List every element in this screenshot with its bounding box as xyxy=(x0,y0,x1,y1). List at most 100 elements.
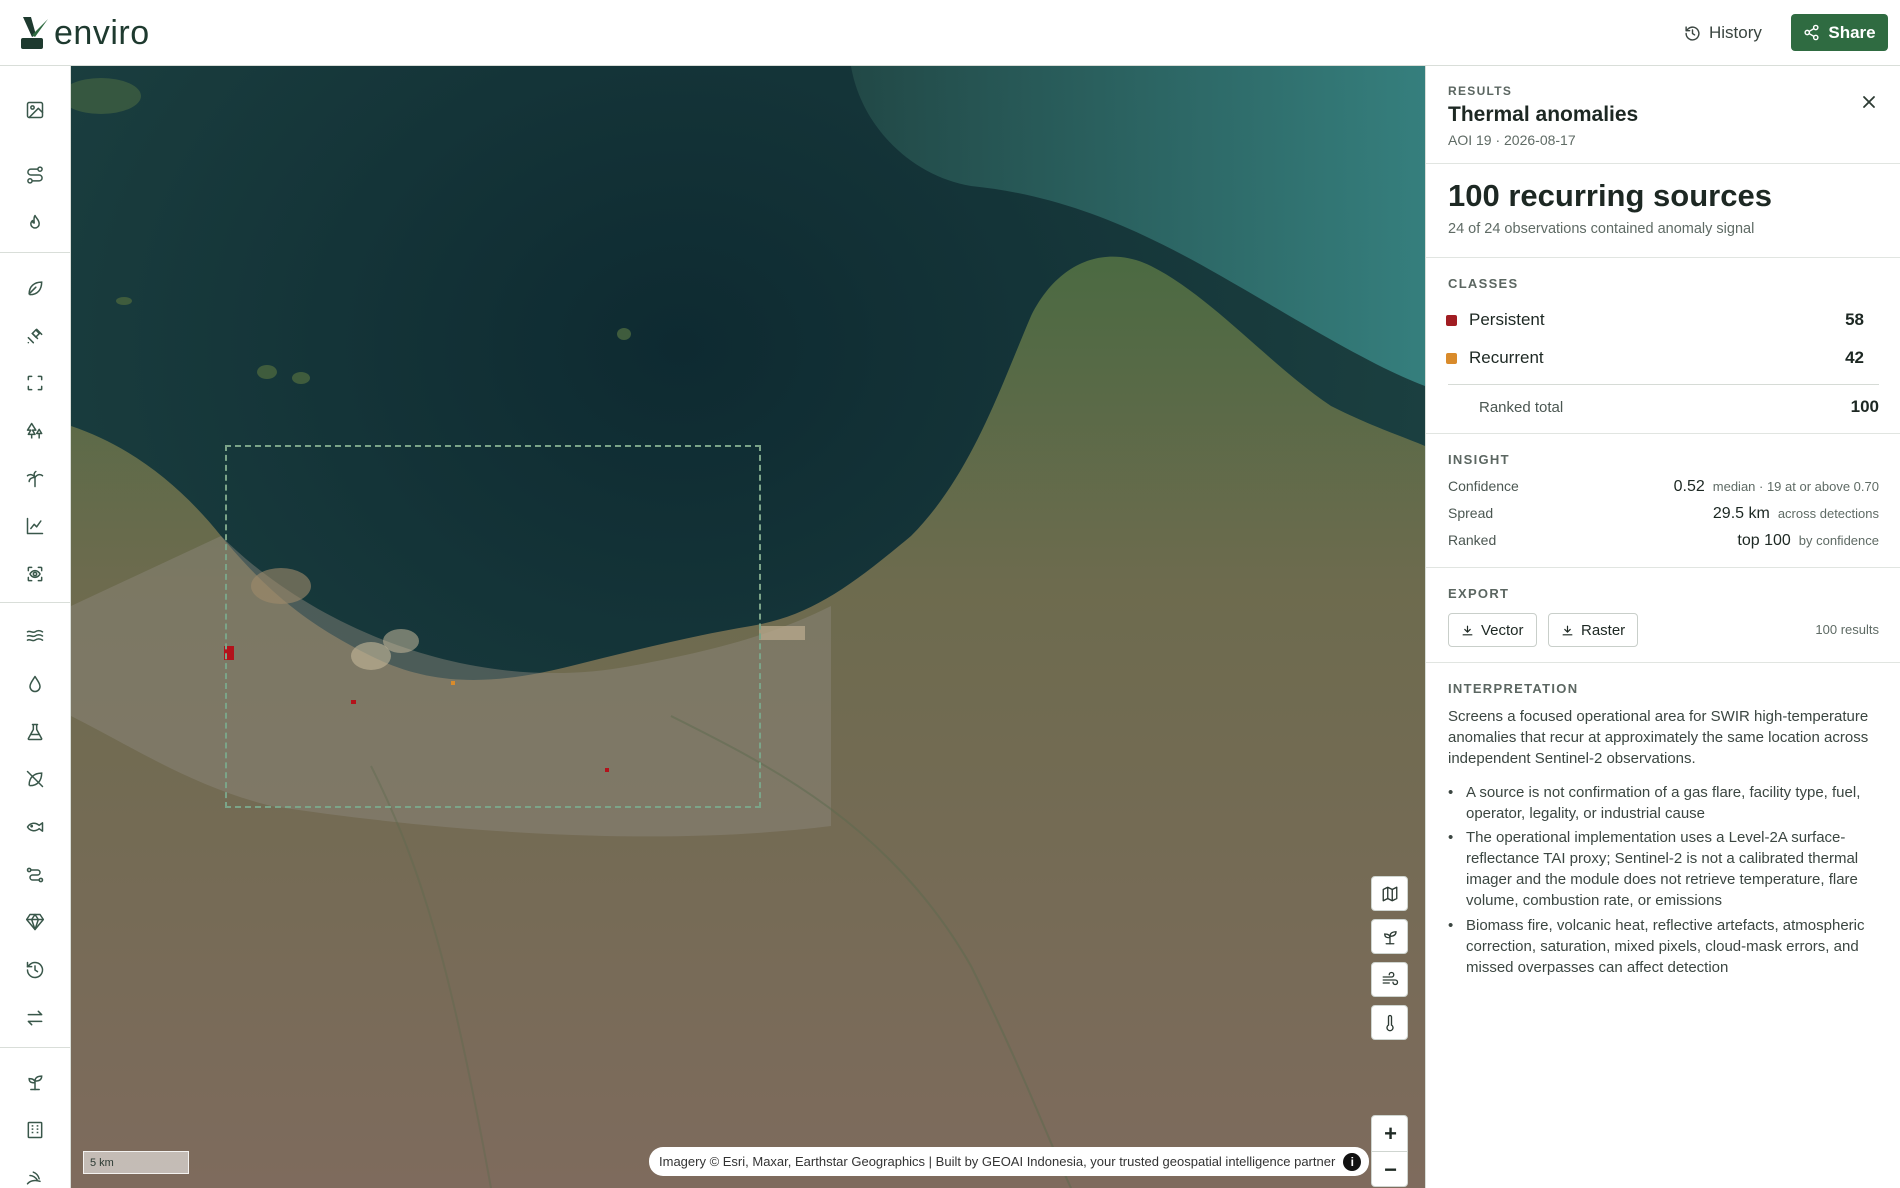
insight-note: median · 19 at or above 0.70 xyxy=(1712,479,1879,494)
zoom-controls: + − xyxy=(1371,1115,1408,1187)
insight-value: 29.5 km xyxy=(1712,505,1770,522)
sprout-icon xyxy=(1383,930,1397,944)
export-raster-label: Raster xyxy=(1581,621,1626,639)
line-chart-icon[interactable] xyxy=(21,512,49,540)
summary-section: 100 recurring sources 24 of 24 observati… xyxy=(1426,164,1900,258)
scan-frame-icon[interactable] xyxy=(21,369,49,397)
interpretation-bullet: The operational implementation uses a Le… xyxy=(1448,827,1879,911)
close-button[interactable] xyxy=(1859,92,1879,112)
attribution-text: Imagery © Esri, Maxar, Earthstar Geograp… xyxy=(659,1154,1336,1169)
rail-divider xyxy=(0,1047,71,1048)
headline-subtext: 24 of 24 observations contained anomaly … xyxy=(1448,221,1755,237)
arrows-exchange-icon[interactable] xyxy=(21,1004,49,1032)
interpretation-section: INTERPRETATION Screens a focused operati… xyxy=(1426,663,1900,1188)
zoom-out-button[interactable]: − xyxy=(1372,1152,1409,1187)
aoi-boundary xyxy=(225,445,761,808)
fish-icon[interactable] xyxy=(21,813,49,841)
insight-section: INSIGHT Confidence 0.52 median · 19 at o… xyxy=(1426,434,1900,568)
top-header: enviro History Share xyxy=(0,0,1900,66)
insight-value: top 100 xyxy=(1737,532,1791,549)
leaf-off-icon[interactable] xyxy=(21,765,49,793)
insight-label-text: Spread xyxy=(1448,505,1494,521)
map-attribution: Imagery © Esri, Maxar, Earthstar Geograp… xyxy=(649,1147,1370,1176)
rail-divider xyxy=(0,602,71,603)
results-panel: RESULTS Thermal anomalies AOI 19 · 2026-… xyxy=(1425,66,1900,1188)
insight-label: INSIGHT xyxy=(1448,452,1510,467)
export-vector-label: Vector xyxy=(1481,621,1524,639)
class-row-recurrent[interactable]: Recurrent 42 xyxy=(1446,346,1866,370)
results-eyebrow: RESULTS xyxy=(1448,84,1513,98)
share-icon xyxy=(1804,24,1819,41)
temperature-layer-button[interactable] xyxy=(1371,1005,1408,1040)
insight-label-text: Ranked xyxy=(1448,532,1497,548)
results-title: Thermal anomalies xyxy=(1448,103,1639,126)
export-count: 100 results xyxy=(1815,622,1879,637)
ranked-total-value: 100 xyxy=(1850,397,1879,416)
history-label: History xyxy=(1709,23,1762,42)
insight-row-confidence: Confidence 0.52 median · 19 at or above … xyxy=(1448,478,1879,500)
results-subtitle: AOI 19 · 2026-08-17 xyxy=(1448,132,1576,148)
interpretation-label: INTERPRETATION xyxy=(1448,681,1579,696)
thermometer-icon xyxy=(1385,1014,1394,1031)
history-button[interactable]: History xyxy=(1684,18,1762,48)
insight-row-spread: Spread 29.5 km across detections xyxy=(1448,505,1879,527)
class-swatch xyxy=(1446,314,1457,326)
logo-text: enviro xyxy=(54,14,150,52)
map-view[interactable]: + − 5 km Imagery © Esri, Maxar, Earthsta… xyxy=(71,66,1425,1188)
download-icon xyxy=(1462,625,1473,635)
scale-bar: 5 km xyxy=(83,1151,189,1174)
rail-divider xyxy=(0,252,71,253)
building-icon[interactable] xyxy=(21,1116,49,1144)
info-icon[interactable]: i xyxy=(1343,1152,1362,1171)
share-label: Share xyxy=(1828,22,1876,42)
wind-layer-button[interactable] xyxy=(1371,962,1408,997)
flame-icon[interactable] xyxy=(21,209,49,237)
export-label: EXPORT xyxy=(1448,586,1510,601)
waves-icon[interactable] xyxy=(21,622,49,650)
class-count: 42 xyxy=(1845,348,1864,367)
trees-icon[interactable] xyxy=(21,417,49,445)
basemap-button[interactable] xyxy=(1371,876,1408,911)
classes-label: CLASSES xyxy=(1448,276,1519,291)
route-alt-icon[interactable] xyxy=(21,861,49,889)
download-icon xyxy=(1562,625,1573,635)
class-name: Persistent xyxy=(1469,310,1545,329)
headline-count: 100 recurring sources xyxy=(1448,178,1772,213)
rabbit-icon[interactable] xyxy=(21,1164,49,1188)
image-icon[interactable] xyxy=(21,96,49,124)
sprout-icon[interactable] xyxy=(21,1068,49,1096)
wind-icon xyxy=(1382,971,1398,985)
app-logo[interactable]: enviro xyxy=(20,15,150,51)
interpretation-bullet: Biomass fire, volcanic heat, reflective … xyxy=(1448,915,1879,978)
route-icon[interactable] xyxy=(21,161,49,189)
share-button[interactable]: Share xyxy=(1791,14,1888,51)
gem-icon[interactable] xyxy=(21,908,49,936)
class-name: Recurrent xyxy=(1469,348,1544,367)
scan-eye-icon[interactable] xyxy=(21,560,49,588)
history-icon[interactable] xyxy=(21,956,49,984)
vegetation-layer-button[interactable] xyxy=(1371,919,1408,954)
interpretation-bullet: A source is not confirmation of a gas fl… xyxy=(1448,782,1879,824)
ranked-total-label: Ranked total xyxy=(1479,398,1564,416)
classes-divider xyxy=(1448,384,1879,385)
classes-section: CLASSES Persistent 58 Recurrent 42 Ranke… xyxy=(1426,258,1900,434)
insight-value: 0.52 xyxy=(1673,478,1705,495)
logo-mark-icon xyxy=(20,15,52,51)
satellite-icon[interactable] xyxy=(21,322,49,350)
results-header: RESULTS Thermal anomalies AOI 19 · 2026-… xyxy=(1426,66,1900,164)
export-vector-button[interactable]: Vector xyxy=(1448,613,1537,647)
history-icon xyxy=(1685,25,1700,41)
leaf-icon[interactable] xyxy=(21,274,49,302)
droplet-icon[interactable] xyxy=(21,670,49,698)
class-row-persistent[interactable]: Persistent 58 xyxy=(1446,308,1866,332)
insight-label-text: Confidence xyxy=(1448,478,1519,494)
close-icon xyxy=(1863,96,1875,108)
class-swatch xyxy=(1446,352,1457,364)
export-raster-button[interactable]: Raster xyxy=(1548,613,1639,647)
insight-row-ranked: Ranked top 100 by confidence xyxy=(1448,532,1879,554)
zoom-in-button[interactable]: + xyxy=(1372,1116,1409,1151)
flask-icon[interactable] xyxy=(21,718,49,746)
palm-tree-icon[interactable] xyxy=(21,465,49,493)
map-icon xyxy=(1382,886,1397,901)
insight-note: by confidence xyxy=(1798,533,1879,548)
